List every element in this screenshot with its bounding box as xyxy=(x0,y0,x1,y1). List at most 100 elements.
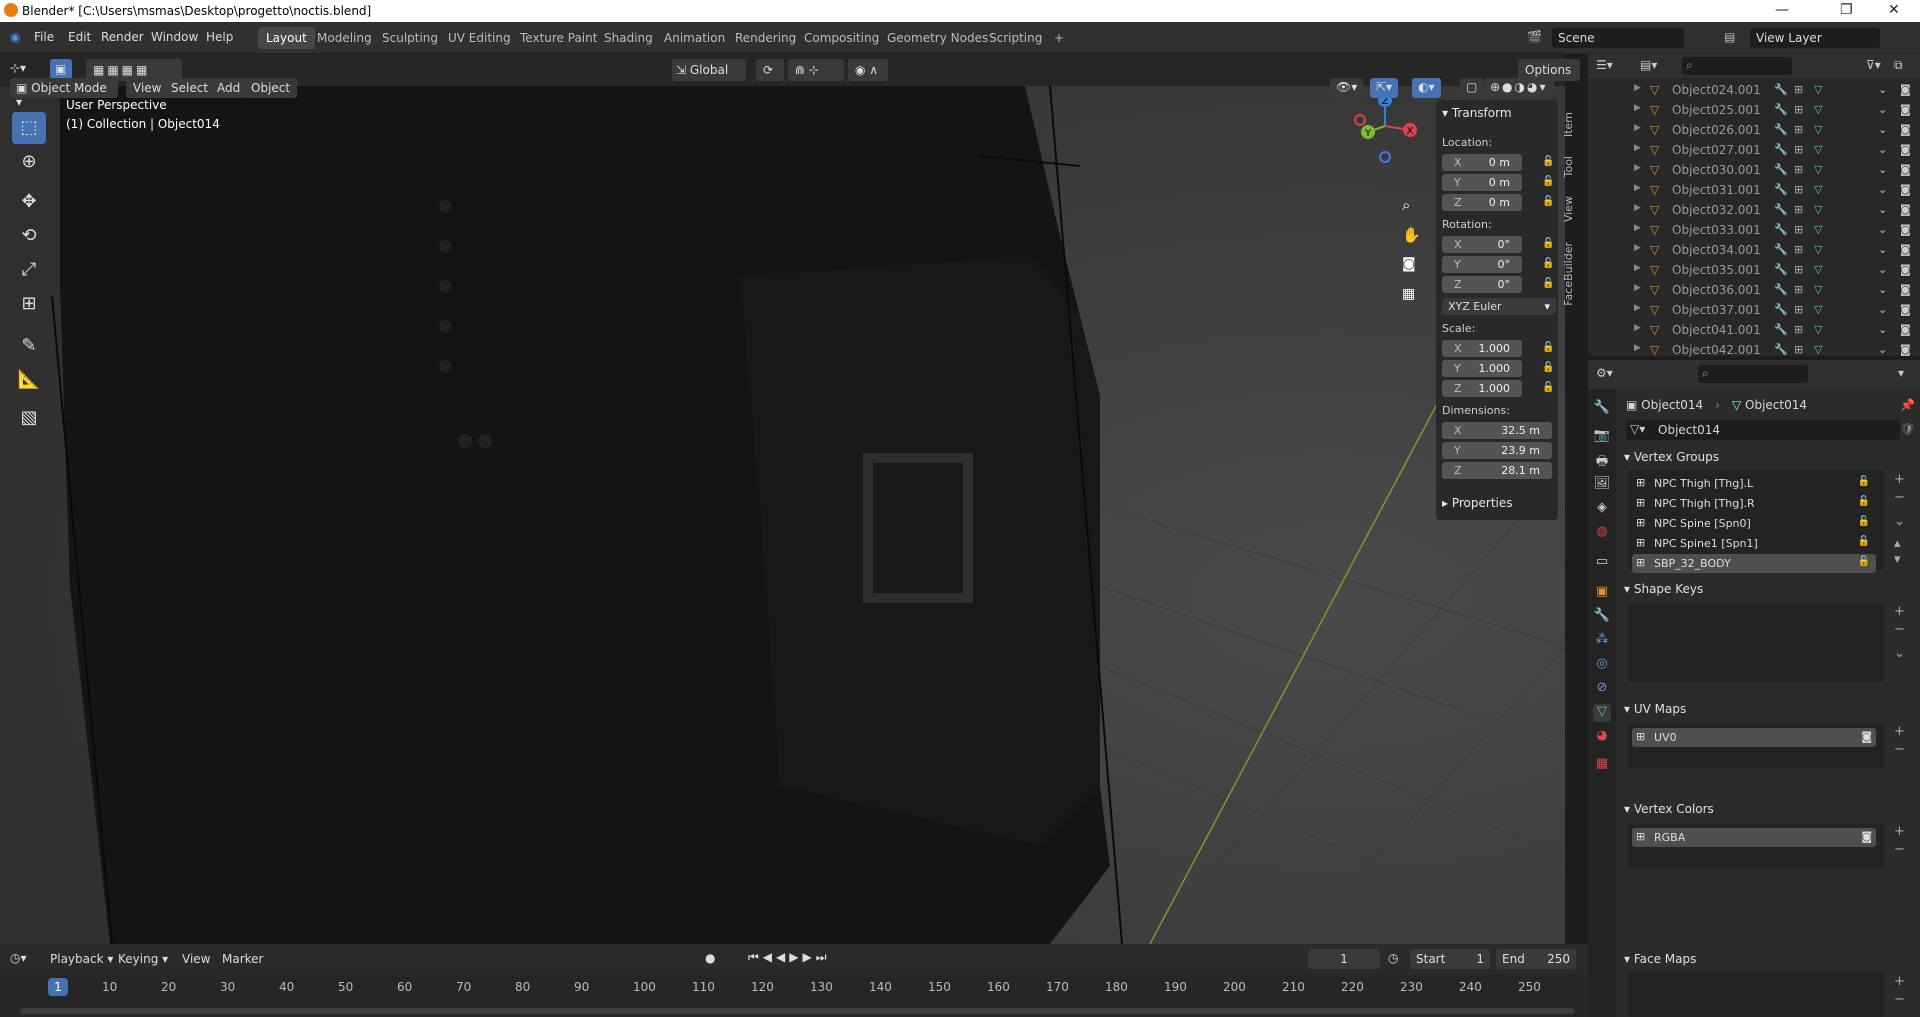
vertex-groups-icon[interactable]: ⊞ xyxy=(1794,283,1803,296)
vertex-groups-icon[interactable]: ⊞ xyxy=(1794,263,1803,276)
render-icon[interactable]: 📷 xyxy=(1593,428,1611,446)
close-button[interactable]: ✕ xyxy=(1888,2,1900,18)
mesh-data-icon[interactable]: ▽ xyxy=(1814,283,1822,296)
timeline-menu-view[interactable]: View xyxy=(182,952,210,966)
timeline-scrollbar[interactable] xyxy=(20,1008,1575,1014)
mesh-data-icon[interactable]: ▽ xyxy=(1814,343,1822,356)
tab-facebuilder[interactable]: FaceBuilder xyxy=(1562,242,1575,306)
outliner-editor-icon[interactable]: ☰▾ xyxy=(1596,58,1613,72)
properties-search-input[interactable]: ⌕ xyxy=(1698,365,1808,383)
mesh-data-icon[interactable]: ▽ xyxy=(1814,183,1822,196)
lock-icon[interactable]: 🔓 xyxy=(1542,258,1554,269)
texture-icon[interactable]: ▦ xyxy=(1593,756,1611,774)
rotation-mode-dropdown[interactable]: XYZ Euler ▾ xyxy=(1442,298,1556,315)
display-mode-icon[interactable]: ▤▾ xyxy=(1640,58,1657,72)
add-vertex-color-button[interactable]: + xyxy=(1894,824,1905,839)
cursor-tool-icon[interactable]: ⊕ xyxy=(12,146,46,178)
filter-icon[interactable]: ⊽▾ xyxy=(1866,58,1881,72)
lock-icon[interactable]: 🔓 xyxy=(1542,382,1554,393)
vertex-groups-icon[interactable]: ⊞ xyxy=(1794,143,1803,156)
mode-dropdown[interactable]: ▣ Object Mode ▾ xyxy=(10,78,118,109)
timeline-ruler[interactable]: 1 10 20 30 40 50 60 70 80 90 100 110 120 130 140 150 160… xyxy=(0,974,1588,1017)
expand-icon[interactable]: ▶ xyxy=(1634,283,1641,293)
transform-tool-icon[interactable]: ⊞ xyxy=(12,288,46,320)
particles-icon[interactable]: ⁂ xyxy=(1593,632,1611,650)
viewport-menu-add[interactable]: Add xyxy=(210,78,248,98)
outliner-row[interactable]: ▶ ▽ Object041.001 🔧 ⊞ ▽ ⌄ ◙ xyxy=(1588,320,1920,340)
outliner-row[interactable]: ▶ ▽ Object042.001 🔧 ⊞ ▽ ⌄ ◙ xyxy=(1588,340,1920,360)
tab-layout[interactable]: Layout xyxy=(258,27,315,49)
annotate-tool-icon[interactable]: ✎ xyxy=(12,330,46,362)
current-frame-indicator[interactable]: 1 xyxy=(48,978,68,996)
editor-type-icon[interactable]: ⊹▾ xyxy=(10,61,26,75)
vertex-groups-icon[interactable]: ⊞ xyxy=(1794,103,1803,116)
tab-uv-editing[interactable]: UV Editing xyxy=(440,27,519,49)
list-item[interactable]: ⊞ NPC Spine1 [Spn1] 🔓 xyxy=(1632,534,1876,553)
world-icon[interactable]: ◍ xyxy=(1593,524,1611,542)
uv-maps-list[interactable]: ⊞ UV0 ◙ xyxy=(1628,724,1884,768)
tab-item[interactable]: Item xyxy=(1562,112,1575,137)
timeline-menu-marker[interactable]: Marker xyxy=(222,952,263,966)
lock-icon[interactable]: 🔓 xyxy=(1542,342,1554,353)
constraints-icon[interactable]: ⊘ xyxy=(1593,680,1611,698)
hide-in-viewport-icon[interactable]: ⌄ xyxy=(1878,323,1887,336)
list-item[interactable]: ⊞ NPC Spine [Spn0] 🔓 xyxy=(1632,514,1876,533)
camera-icon[interactable]: ◙ xyxy=(1900,143,1911,156)
start-frame-field[interactable]: Start 1 xyxy=(1410,949,1490,969)
remove-shape-key-button[interactable]: − xyxy=(1894,622,1905,637)
expand-icon[interactable]: ▶ xyxy=(1634,263,1641,273)
hide-in-viewport-icon[interactable]: ⌄ xyxy=(1878,343,1887,356)
shape-keys-header[interactable]: ▾ Shape Keys xyxy=(1624,582,1703,596)
camera-icon[interactable]: ◙ xyxy=(1900,203,1911,216)
lock-icon[interactable]: 🔓 xyxy=(1542,156,1554,167)
vertex-colors-list[interactable]: ⊞ RGBA ◙ xyxy=(1628,824,1884,868)
add-shape-key-button[interactable]: + xyxy=(1894,604,1905,619)
chevron-down-icon[interactable]: ⌄ xyxy=(1894,514,1905,529)
camera-icon[interactable]: ◙ xyxy=(1900,223,1911,236)
vertex-groups-icon[interactable]: ⊞ xyxy=(1794,323,1803,336)
camera-icon[interactable]: ◙ xyxy=(1900,183,1911,196)
menu-window[interactable]: Window xyxy=(151,30,198,44)
3d-viewport[interactable]: User Perspective (1) Collection | Object… xyxy=(0,86,1565,944)
hide-in-viewport-icon[interactable]: ⌄ xyxy=(1878,303,1887,316)
lock-icon[interactable]: 🔓 xyxy=(1542,196,1554,207)
tab-modeling[interactable]: Modeling xyxy=(309,27,380,49)
playback-controls[interactable]: ⏮◀◀▶▶⏭ xyxy=(748,950,831,965)
vertex-groups-icon[interactable]: ⊞ xyxy=(1794,183,1803,196)
output-icon[interactable]: 🖶 xyxy=(1593,452,1611,470)
modifier-wrench-icon[interactable]: 🔧 xyxy=(1774,263,1788,276)
expand-icon[interactable]: ▶ xyxy=(1634,143,1641,153)
tab-shading[interactable]: Shading xyxy=(596,27,661,49)
hide-in-viewport-icon[interactable]: ⌄ xyxy=(1878,163,1887,176)
add-vertex-group-button[interactable]: + xyxy=(1894,472,1905,487)
clock-icon[interactable]: ◷ xyxy=(1388,951,1398,965)
record-icon[interactable]: ● xyxy=(705,951,715,965)
camera-icon[interactable]: ◙ xyxy=(1900,323,1911,336)
list-item[interactable]: ⊞ UV0 ◙ xyxy=(1632,728,1876,747)
modifier-wrench-icon[interactable]: 🔧 xyxy=(1774,143,1788,156)
modifier-wrench-icon[interactable]: 🔧 xyxy=(1774,83,1788,96)
expand-icon[interactable]: ▶ xyxy=(1634,323,1641,333)
grid-perspective-icon[interactable]: ▦ xyxy=(1402,286,1415,302)
mesh-datablock-field[interactable]: ▽▾ Object014 xyxy=(1626,420,1900,440)
menu-file[interactable]: File xyxy=(34,30,54,44)
expand-icon[interactable]: ▶ xyxy=(1634,163,1641,173)
new-collection-icon[interactable]: ⧉ xyxy=(1894,58,1903,73)
view-layer-selector[interactable]: View Layer xyxy=(1750,28,1880,48)
properties-panel-header[interactable]: ▸ Properties xyxy=(1442,496,1513,510)
outliner-row[interactable]: ▶ ▽ Object036.001 🔧 ⊞ ▽ ⌄ ◙ xyxy=(1588,280,1920,300)
outliner-row[interactable]: ▶ ▽ Object026.001 🔧 ⊞ ▽ ⌄ ◙ xyxy=(1588,120,1920,140)
expand-icon[interactable]: ▶ xyxy=(1634,83,1641,93)
modifier-wrench-icon[interactable]: 🔧 xyxy=(1774,203,1788,216)
blender-menu-icon[interactable]: ◉ xyxy=(10,30,20,44)
tab-compositing[interactable]: Compositing xyxy=(796,27,887,49)
scene-selector[interactable]: Scene xyxy=(1552,28,1684,48)
tab-tool[interactable]: Tool xyxy=(1562,156,1575,177)
modifier-wrench-icon[interactable]: 🔧 xyxy=(1774,123,1788,136)
chevron-down-icon[interactable]: ⌄ xyxy=(1894,646,1905,661)
view-layer-icon[interactable]: 🖼 xyxy=(1593,476,1611,494)
lock-icon[interactable]: 🔓 xyxy=(1858,476,1870,487)
timeline-editor-icon[interactable]: ◷▾ xyxy=(10,951,27,965)
shading-mode-icons[interactable]: ⊕●◑◕▾ xyxy=(1484,78,1554,98)
vertex-groups-icon[interactable]: ⊞ xyxy=(1794,243,1803,256)
